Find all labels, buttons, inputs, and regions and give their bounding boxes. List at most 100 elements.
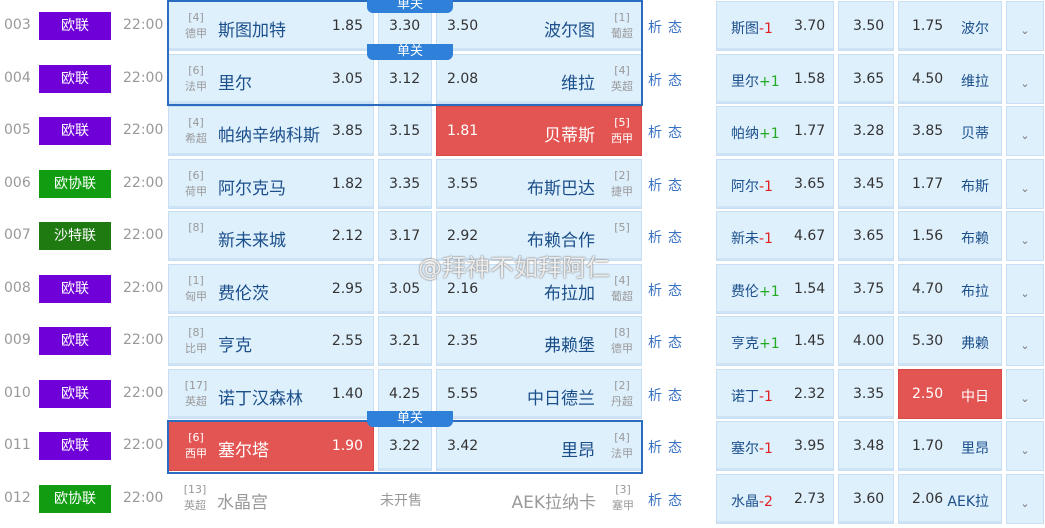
handicap-draw-cell[interactable]: 3.28 <box>838 106 894 156</box>
home-win-cell[interactable]: [4] 德甲 斯图加特 1.85 <box>168 1 374 51</box>
away-win-cell[interactable]: 3.42 里昂 [4] 法甲 <box>436 421 642 471</box>
handicap-win-cell[interactable]: 阿尔-1 3.65 <box>716 158 834 209</box>
expand-chevron-icon[interactable]: ⌄ <box>1006 53 1044 104</box>
handicap-win-odds: 2.32 <box>794 385 826 402</box>
form-link[interactable]: 态 <box>668 125 688 141</box>
handicap-draw-cell[interactable]: 3.48 <box>838 421 894 471</box>
handicap-lose-cell[interactable]: 4.70 布拉 <box>898 263 1002 314</box>
expand-chevron-icon[interactable]: ⌄ <box>1006 421 1044 471</box>
handicap-value: +1 <box>759 126 780 142</box>
analysis-link[interactable]: 析 <box>648 20 668 36</box>
handicap-lose-cell[interactable]: 5.30 弗赖 <box>898 316 1002 366</box>
form-link[interactable]: 态 <box>668 73 688 89</box>
league-badge[interactable]: 欧联 <box>39 274 111 303</box>
form-link[interactable]: 态 <box>668 283 688 299</box>
league-badge[interactable]: 欧联 <box>39 432 111 460</box>
league-badge[interactable]: 欧协联 <box>39 484 111 513</box>
expand-chevron-icon[interactable]: ⌄ <box>1006 316 1044 366</box>
handicap-draw-cell[interactable]: 3.35 <box>838 368 894 419</box>
home-win-cell[interactable]: [8] 新未来城 2.12 <box>168 211 374 261</box>
home-rank-number: [6] <box>188 431 204 444</box>
expand-chevron-icon[interactable]: ⌄ <box>1006 1 1044 51</box>
handicap-win-cell[interactable]: 帕纳+1 1.77 <box>716 106 834 156</box>
draw-cell[interactable]: 3.21 <box>378 316 432 366</box>
form-link[interactable]: 态 <box>668 20 688 36</box>
expand-chevron-icon[interactable]: ⌄ <box>1006 263 1044 314</box>
expand-chevron-icon[interactable]: ⌄ <box>1006 473 1044 524</box>
analysis-link[interactable]: 析 <box>648 230 668 246</box>
handicap-draw-cell[interactable]: 3.45 <box>838 158 894 209</box>
home-win-cell[interactable]: [6] 西甲 塞尔塔 1.90 <box>168 421 374 471</box>
handicap-lose-cell[interactable]: 1.75 波尔 <box>898 1 1002 51</box>
analysis-link[interactable]: 析 <box>648 388 668 404</box>
away-rank-number: [1] <box>614 11 630 24</box>
match-time: 22:00 <box>123 384 164 401</box>
home-win-cell[interactable]: [1] 匈甲 费伦茨 2.95 <box>168 263 374 314</box>
handicap-draw-cell[interactable]: 4.00 <box>838 316 894 366</box>
away-win-cell[interactable]: 2.08 维拉 [4] 英超 <box>436 53 642 104</box>
handicap-win-cell[interactable]: 诺丁-1 2.32 <box>716 368 834 419</box>
analysis-link[interactable]: 析 <box>648 178 668 194</box>
analysis-link[interactable]: 析 <box>648 440 668 456</box>
league-badge[interactable]: 欧联 <box>39 64 111 93</box>
form-link[interactable]: 态 <box>668 388 688 404</box>
expand-chevron-icon[interactable]: ⌄ <box>1006 158 1044 209</box>
home-win-cell[interactable]: [6] 法甲 里尔 3.05 <box>168 53 374 104</box>
handicap-lose-cell[interactable]: 1.77 布斯 <box>898 158 1002 209</box>
handicap-win-cell[interactable]: 里尔+1 1.58 <box>716 53 834 104</box>
home-win-cell[interactable]: [8] 比甲 亨克 2.55 <box>168 316 374 366</box>
league-badge[interactable]: 欧联 <box>39 327 111 355</box>
away-win-cell[interactable]: 2.35 弗赖堡 [8] 德甲 <box>436 316 642 366</box>
handicap-lose-cell[interactable]: 2.06 AEK拉 <box>898 473 1002 524</box>
handicap-draw-cell[interactable]: 3.75 <box>838 263 894 314</box>
handicap-win-cell[interactable]: 水晶-2 2.73 <box>716 473 834 524</box>
handicap-draw-odds: 3.45 <box>853 175 885 192</box>
analysis-link[interactable]: 析 <box>648 73 668 89</box>
expand-chevron-icon[interactable]: ⌄ <box>1006 211 1044 261</box>
draw-cell[interactable]: 3.22 <box>378 421 432 471</box>
home-win-cell[interactable]: [17] 英超 诺丁汉森林 1.40 <box>168 368 374 419</box>
form-link[interactable]: 态 <box>668 440 688 456</box>
expand-chevron-icon[interactable]: ⌄ <box>1006 106 1044 156</box>
handicap-lose-cell[interactable]: 2.50 中日 <box>898 368 1002 419</box>
handicap-lose-cell[interactable]: 1.56 布赖 <box>898 211 1002 261</box>
handicap-win-cell[interactable]: 塞尔-1 3.95 <box>716 421 834 471</box>
handicap-lose-cell[interactable]: 3.85 贝蒂 <box>898 106 1002 156</box>
away-win-cell[interactable]: 3.55 布斯巴达 [2] 捷甲 <box>436 158 642 209</box>
home-win-cell[interactable]: [4] 希超 帕纳辛纳科斯 3.85 <box>168 106 374 156</box>
handicap-win-cell[interactable]: 费伦+1 1.54 <box>716 263 834 314</box>
analysis-link[interactable]: 析 <box>648 335 668 351</box>
away-team: 布斯巴达 <box>527 178 595 199</box>
form-link[interactable]: 态 <box>668 230 688 246</box>
league-badge[interactable]: 沙特联 <box>39 222 111 250</box>
league-badge[interactable]: 欧联 <box>39 117 111 145</box>
handicap-draw-cell[interactable]: 3.50 <box>838 1 894 51</box>
away-win-cell[interactable]: 1.81 贝蒂斯 [5] 西甲 <box>436 106 642 156</box>
analysis-link[interactable]: 析 <box>648 125 668 141</box>
handicap-team-name: 里尔 <box>731 73 759 90</box>
handicap-draw-cell[interactable]: 3.65 <box>838 53 894 104</box>
analysis-link[interactable]: 析 <box>648 283 668 299</box>
league-badge[interactable]: 欧协联 <box>39 169 111 198</box>
league-badge[interactable]: 欧联 <box>39 379 111 408</box>
away-win-cell[interactable]: 5.55 中日德兰 [2] 丹超 <box>436 368 642 419</box>
match-number: 005 <box>4 122 31 138</box>
handicap-win-cell[interactable]: 亨克+1 1.45 <box>716 316 834 366</box>
draw-cell[interactable]: 3.35 <box>378 158 432 209</box>
expand-chevron-icon[interactable]: ⌄ <box>1006 368 1044 419</box>
analysis-link[interactable]: 析 <box>648 493 668 509</box>
form-link[interactable]: 态 <box>668 335 688 351</box>
handicap-lose-cell[interactable]: 4.50 维拉 <box>898 53 1002 104</box>
draw-cell[interactable]: 3.15 <box>378 106 432 156</box>
handicap-win-cell[interactable]: 新未-1 4.67 <box>716 211 834 261</box>
handicap-win-cell[interactable]: 斯图-1 3.70 <box>716 1 834 51</box>
away-win-cell[interactable]: 3.50 波尔图 [1] 葡超 <box>436 1 642 51</box>
handicap-lose-cell[interactable]: 1.70 里昂 <box>898 421 1002 471</box>
league-badge[interactable]: 欧联 <box>39 12 111 40</box>
home-win-cell[interactable]: [6] 荷甲 阿尔克马 1.82 <box>168 158 374 209</box>
draw-cell[interactable]: 3.12 <box>378 53 432 104</box>
form-link[interactable]: 态 <box>668 178 688 194</box>
handicap-draw-cell[interactable]: 3.60 <box>838 473 894 524</box>
handicap-draw-cell[interactable]: 3.65 <box>838 211 894 261</box>
form-link[interactable]: 态 <box>668 493 688 509</box>
